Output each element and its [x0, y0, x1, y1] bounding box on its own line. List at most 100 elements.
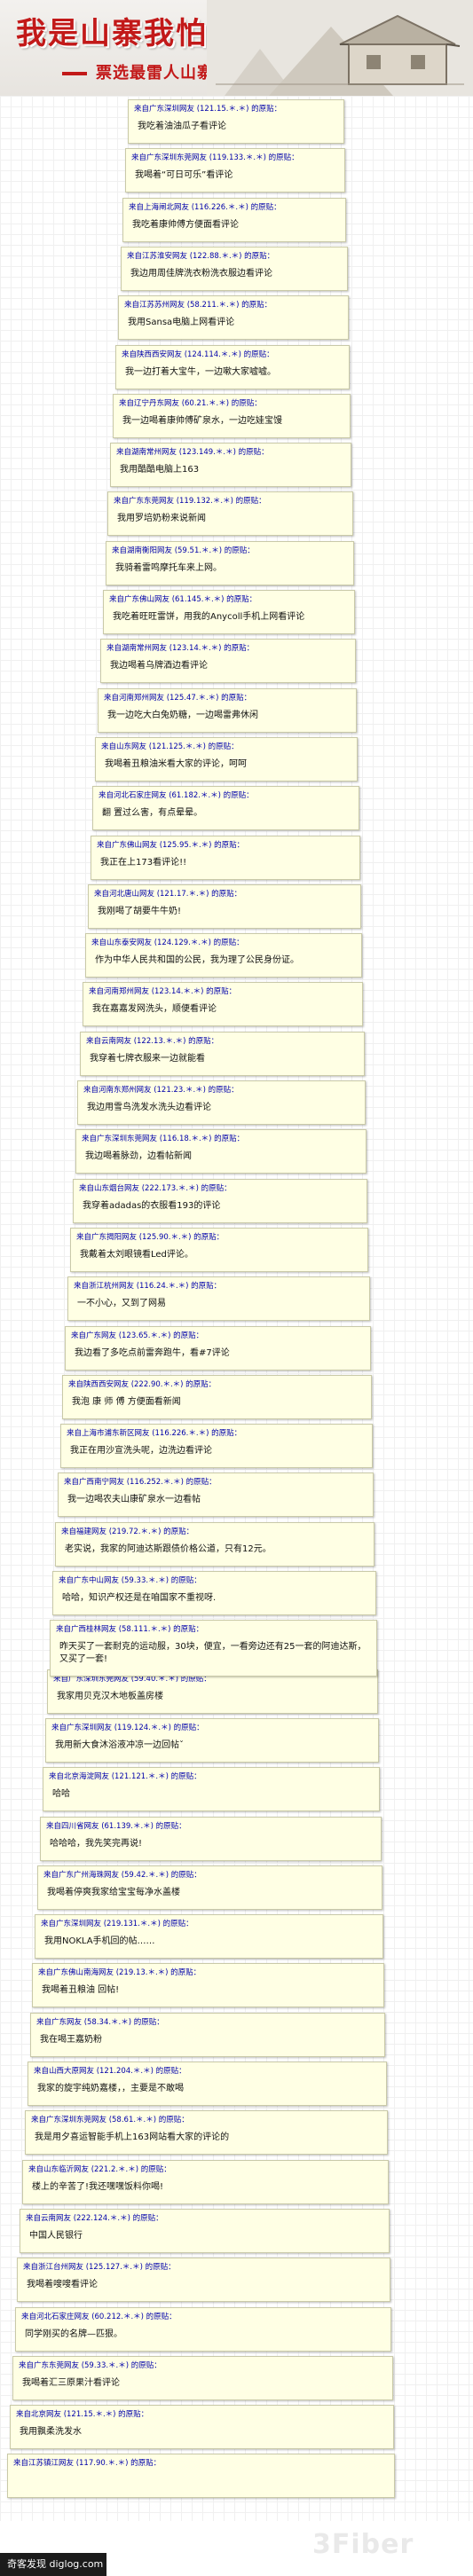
post-text: 我用新大食沐浴液冲凉一边回帖ˇ: [55, 1740, 184, 1750]
post-header: 来自河南郑州网友 (123.14.＊.＊) 的原贴：: [89, 987, 237, 996]
post-text: 楼上的辛苦了!我还嘿嘿饭料你喝!: [32, 2182, 164, 2192]
post-text: 我刚喝了胡要牛牛奶!: [98, 907, 182, 916]
post-header: 来自广东揭阳网友 (125.90.＊.＊) 的原贴：: [76, 1233, 225, 1242]
quoted-post: 来自广东中山网友 (59.33.＊.＊) 的原贴： 哈哈，知识产权还是在咱国家不重…: [52, 1571, 376, 1615]
post-text: 我吃着旺旺雷饼，用我的Anycoll手机上网看评论: [113, 612, 305, 622]
post-header: 来自四川省网友 (61.139.＊.＊) 的原贴：: [46, 1822, 186, 1831]
quoted-post: 来自山东泰安网友 (124.129.＊.＊) 的原贴： 作为中华人民共和国的公民，…: [85, 933, 362, 978]
quoted-post: 来自山东网友 (121.125.＊.＊) 的原贴： 我喝着丑粮油米看大家的评论，呵…: [95, 737, 358, 781]
post-header: 来自浙江杭州网友 (116.24.＊.＊) 的原贴：: [74, 1282, 222, 1291]
post-header: 来自河北石家庄网友 (61.182.＊.＊) 的原贴：: [99, 791, 254, 800]
post-header: 来自广东深圳网友 (121.15.＊.＊) 的原贴：: [134, 105, 282, 114]
post-header: 来自福建网友 (219.72.＊.＊) 的原贴：: [61, 1528, 194, 1536]
post-text: 我边喝着脉劲，边看帖新闻: [85, 1151, 192, 1161]
quoted-post: 来自广东深圳网友 (219.131.＊.＊) 的原贴： 我用NOKLA手机回的帖……: [35, 1914, 383, 1959]
quoted-post: 来自辽宁丹东网友 (60.21.＊.＊) 的原贴： 我一边喝着康帅傅矿泉水，一边吃…: [113, 394, 351, 438]
post-header: 来自北京海淀网友 (121.121.＊.＊) 的原贴：: [49, 1772, 201, 1781]
post-text: 我用罗培奶粉来说新闻: [117, 514, 206, 523]
quoted-post: 来自广东深圳东莞网友 (116.18.＊.＊) 的原贴： 我边喝着脉劲，边看帖新闻: [75, 1129, 367, 1174]
post-header: 来自广东网友 (58.34.＊.＊) 的原贴：: [36, 2018, 164, 2027]
quoted-post: 来自云南网友 (122.13.＊.＊) 的原贴： 我穿着七牌衣服来一边就能看: [80, 1032, 365, 1076]
post-header: 来自广东中山网友 (59.33.＊.＊) 的原贴：: [59, 1576, 201, 1585]
post-text: 我家的旋宇纯奶嘉楼，，主要是不敢喝: [37, 2084, 184, 2093]
quoted-post: 来自四川省网友 (61.139.＊.＊) 的原贴： 哈哈哈，我先笑完再说!: [40, 1817, 382, 1861]
post-header: 来自上海闸北网友 (116.226.＊.＊) 的原贴：: [129, 203, 281, 212]
quoted-post: 来自河北石家庄网友 (60.212.＊.＊) 的原贴： 同学刚买的名牌—匹狠。: [15, 2307, 391, 2352]
post-header: 来自山东临沂网友 (221.2.＊.＊) 的原贴：: [28, 2165, 171, 2174]
post-header: 来自广东东莞网友 (59.33.＊.＊) 的原贴：: [19, 2361, 162, 2370]
quoted-post: 来自广东深圳网友 (121.15.＊.＊) 的原贴： 我吃着油油瓜子看评论: [128, 99, 344, 144]
post-header: 来自湖南常州网友 (123.14.＊.＊) 的原贴：: [106, 644, 255, 653]
quoted-post: 来自广东佛山网友 (125.95.＊.＊) 的原贴： 我正在上173看评论!!: [91, 836, 360, 880]
quoted-post: 来自河北石家庄网友 (61.182.＊.＊) 的原贴： 翻 置过么害，有点晕晕。: [92, 786, 359, 830]
post-header: 来自河北石家庄网友 (60.212.＊.＊) 的原贴：: [21, 2313, 177, 2321]
quoted-post: 来自广东东莞网友 (119.132.＊.＊) 的原贴： 我用罗培奶粉来说新闻: [107, 491, 353, 536]
watermark-logo: 3Fiber: [312, 2529, 414, 2560]
post-header: 来自河南东郑州网友 (121.23.＊.＊) 的原贴：: [83, 1086, 239, 1095]
post-text: 我用NOKLA手机回的帖……: [44, 1936, 155, 1946]
post-header: 来自河南郑州网友 (125.47.＊.＊) 的原贴：: [104, 694, 252, 703]
post-text: 我吃着康帅傅方便面看评论: [132, 220, 239, 230]
post-text: 我是用夕喜运智能手机上163网站看大家的评论的: [35, 2132, 230, 2142]
post-text: 老实说，我家的阿迪达斯跟债价格公道，只有12元。: [65, 1544, 272, 1554]
post-text: 我喝着丑粮油 回帖!: [42, 1985, 120, 1995]
post-text: 我吃着油油瓜子看评论: [138, 122, 226, 131]
quoted-post: 来自广西桂林网友 (58.111.＊.＊) 的原贴： 昨天买了一套耐克的运动服，3…: [50, 1620, 377, 1677]
post-header: 来自广东深圳网友 (219.131.＊.＊) 的原贴：: [41, 1920, 193, 1928]
post-header: 来自广西南宁网友 (116.252.＊.＊) 的原贴：: [64, 1478, 217, 1487]
quoted-post: 来自广东揭阳网友 (125.90.＊.＊) 的原贴： 我戴着太刘眼镜看Led评论。: [70, 1228, 368, 1272]
post-text: 中国人民银行: [29, 2231, 83, 2241]
quoted-post: 来自广东佛山南海网友 (219.13.＊.＊) 的原贴： 我喝着丑粮油 回帖!: [32, 1963, 384, 2007]
quoted-post: 来自广东佛山网友 (61.145.＊.＊) 的原贴： 我吃着旺旺雷饼，用我的Any…: [103, 590, 355, 634]
quoted-post: 来自河北唐山网友 (121.17.＊.＊) 的原贴： 我刚喝了胡要牛牛奶!: [88, 884, 361, 929]
quoted-post: 来自云南网友 (222.124.＊.＊) 的原贴： 中国人民银行: [20, 2209, 390, 2253]
post-text: 同学刚买的名牌—匹狠。: [25, 2329, 122, 2339]
post-header: 来自山西大原网友 (121.204.＊.＊) 的原贴：: [34, 2067, 186, 2076]
post-header: 来自广东深圳东莞网友 (58.61.＊.＊) 的原贴：: [31, 2116, 189, 2124]
post-text: 我穿着七牌衣服来一边就能看: [90, 1054, 205, 1064]
quoted-post: 来自湖南衡阳网友 (59.51.＊.＊) 的原贴： 我骑着雷鸣摩托车来上网。: [106, 541, 354, 585]
quoted-post: 来自陕西西安网友 (222.90.＊.＊) 的原贴： 我泡 康 师 傅 方便面看新…: [62, 1375, 372, 1419]
post-text: 我喝着嗖嗖看评论: [27, 2280, 98, 2289]
quoted-post: 来自广西南宁网友 (116.252.＊.＊) 的原贴： 我一边喝农夫山康矿泉水一边…: [58, 1473, 374, 1517]
post-header: 来自云南网友 (222.124.＊.＊) 的原贴：: [26, 2214, 163, 2223]
post-text: 我用飘柔洗发水: [20, 2427, 82, 2437]
quoted-post: 来自广东深圳东莞网友 (58.61.＊.＊) 的原贴： 我是用夕喜运智能手机上16…: [25, 2110, 388, 2155]
post-header: 来自上海市浦东新区网友 (116.226.＊.＊) 的原贴：: [67, 1429, 242, 1438]
post-text: 作为中华人民共和国的公民，我为理了公民身份证。: [95, 955, 299, 965]
quoted-post: 来自广东东莞网友 (59.33.＊.＊) 的原贴： 我喝着汇三原果汁看评论: [12, 2356, 393, 2400]
quoted-post: 来自江苏苏州网友 (58.211.＊.＊) 的原贴： 我用Sansa电脑上网看评论: [118, 295, 349, 340]
post-header: 来自广东佛山网友 (125.95.＊.＊) 的原贴：: [97, 841, 245, 850]
post-header: 来自广东深圳东莞网友 (116.18.＊.＊) 的原贴：: [82, 1135, 245, 1143]
quoted-post: 来自广东深圳网友 (119.124.＊.＊) 的原贴： 我用新大食沐浴液冲凉一边回…: [45, 1718, 379, 1763]
post-text: 我正在用沙宣洗头呢，边洗边看评论: [70, 1446, 212, 1456]
post-text: 昨天买了一套耐克的运动服，30块，便宜，一看旁边还有25一套的阿迪达斯，又买了一…: [59, 1642, 367, 1664]
quoted-post: 来自北京海淀网友 (121.121.＊.＊) 的原贴： 哈哈: [43, 1767, 380, 1811]
post-text: 我边看了多吃点前雷奔跑牛，看#7评论: [75, 1348, 230, 1358]
staircase-area: 来自广东深圳网友 (121.15.＊.＊) 的原贴： 我吃着油油瓜子看评论 来自广东…: [0, 96, 473, 2521]
post-text: 我一边打着大宝牛，一边嗽大家嘘嘘。: [125, 367, 276, 377]
post-text: 哈哈，知识产权还是在咱国家不重视呀.: [62, 1593, 217, 1603]
post-text: 我戴着太刘眼镜看Led评论。: [80, 1250, 193, 1260]
post-text: 我穿着adadas的衣服看193的评论: [83, 1201, 221, 1211]
post-text: 我喝着“可日可乐”看评论: [135, 170, 233, 180]
post-text: 我泡 康 师 傅 方便面看新闻: [72, 1397, 181, 1407]
post-text: 我喝着汇三原果汁看评论: [22, 2378, 120, 2388]
quoted-post: 来自河南东郑州网友 (121.23.＊.＊) 的原贴： 我边用雪鸟洗发水洗头边看评…: [77, 1080, 366, 1125]
post-header: 来自广东深圳网友 (119.124.＊.＊) 的原贴：: [51, 1724, 204, 1732]
site-logo: 奇客发现 diglog.com: [0, 2553, 106, 2576]
post-header: 来自云南网友 (122.13.＊.＊) 的原贴：: [86, 1037, 219, 1046]
post-header: 来自北京网友 (121.15.＊.＊) 的原贴：: [16, 2410, 149, 2419]
post-text: 我用Sansa电脑上网看评论: [128, 318, 235, 327]
post-text: 我一边吃大白兔奶糖，一边喝雷弗休闲: [107, 711, 258, 720]
quoted-post: 来自山西大原网友 (121.204.＊.＊) 的原贴： 我家的旋宇纯奶嘉楼，，主要…: [28, 2062, 387, 2106]
post-header: 来自广西桂林网友 (58.111.＊.＊) 的原贴：: [56, 1625, 204, 1634]
quoted-post: 来自上海市浦东新区网友 (116.226.＊.＊) 的原贴： 我正在用沙宣洗头呢，…: [60, 1424, 373, 1468]
post-text: 我喝着停爽我家给宝宝每净水盖楼: [47, 1888, 180, 1897]
post-header: 来自广东佛山南海网友 (219.13.＊.＊) 的原贴：: [38, 1968, 201, 1977]
post-text: 我在嘉嘉发网洗头，顺便看评论: [92, 1004, 217, 1014]
quoted-post: 来自山东烟台网友 (222.173.＊.＊) 的原贴： 我穿着adadas的衣服看…: [73, 1179, 367, 1223]
quoted-post: 来自上海闸北网友 (116.226.＊.＊) 的原贴： 我吃着康帅傅方便面看评论: [122, 198, 346, 242]
post-text: 我家用贝克汉木地板盖房楼: [57, 1692, 163, 1701]
quoted-post: 来自湖南常州网友 (123.14.＊.＊) 的原贴： 我边喝着乌牌酒边看评论: [100, 639, 356, 683]
